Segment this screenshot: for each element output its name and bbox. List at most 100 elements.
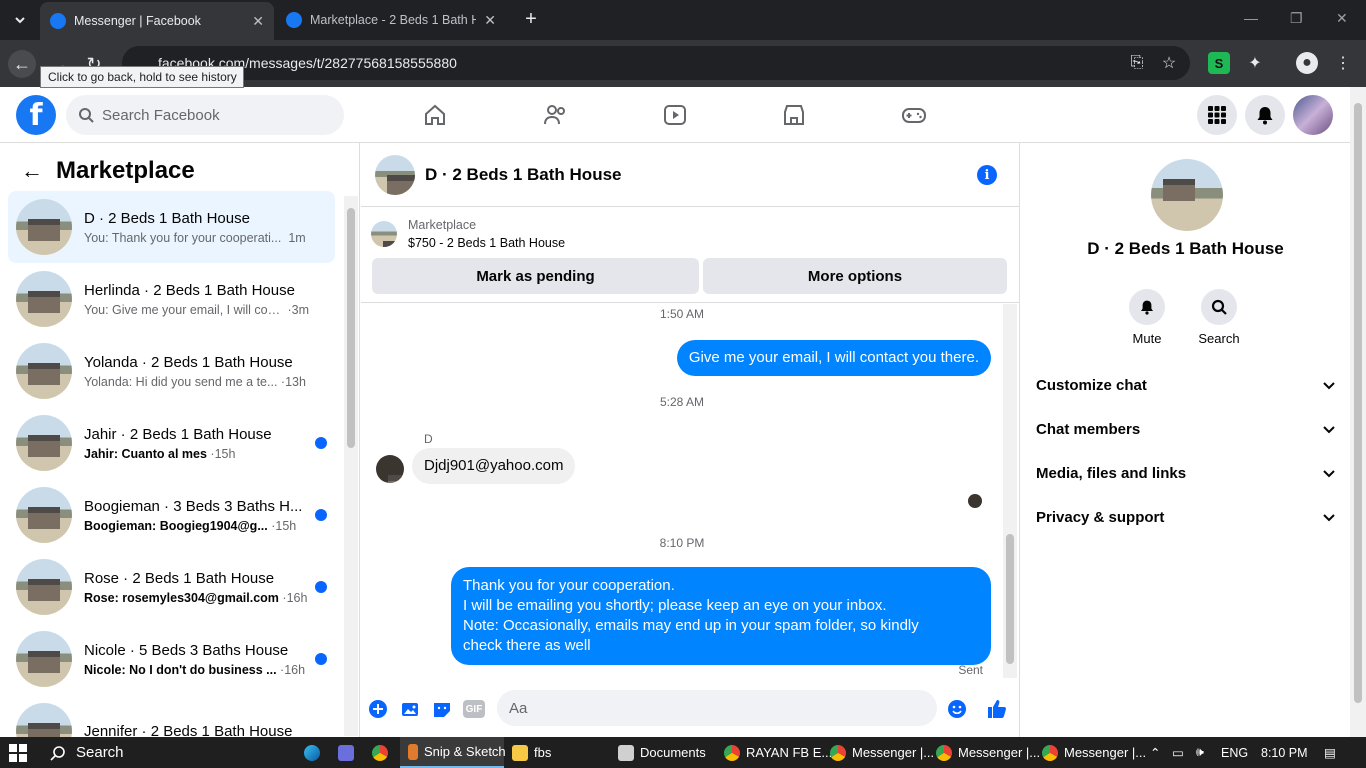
chrome-menu-icon[interactable]: ⋮ xyxy=(1332,52,1354,74)
listing-price[interactable]: $750 - 2 Beds 1 Bath House xyxy=(408,236,565,250)
customize-chat-row[interactable]: Customize chat xyxy=(1036,365,1336,405)
listing-thumbnail xyxy=(16,559,72,615)
back-arrow-icon[interactable]: ← xyxy=(20,158,44,183)
taskbar-fbs-folder[interactable]: fbs xyxy=(512,737,608,768)
conversation-item[interactable]: Herlinda · 2 Beds 1 Bath House You: Give… xyxy=(8,263,335,335)
marketplace-icon[interactable] xyxy=(780,101,808,129)
new-tab-icon[interactable]: + xyxy=(520,8,542,30)
chat-window: D · 2 Beds 1 Bath House i Marketplace $7… xyxy=(361,143,1019,737)
input-placeholder: Aa xyxy=(509,699,528,717)
extension-s-icon[interactable]: S xyxy=(1208,52,1230,74)
sticker-icon[interactable] xyxy=(431,698,453,720)
minimize-icon[interactable]: — xyxy=(1244,10,1258,26)
mark-as-pending-button[interactable]: Mark as pending xyxy=(372,258,699,294)
notification-center-icon[interactable]: ▤ xyxy=(1324,737,1336,768)
conversation-preview: You: Give me your email, I will con... xyxy=(84,302,284,317)
battery-icon[interactable]: ▭ xyxy=(1172,737,1184,768)
info-icon[interactable]: i xyxy=(977,165,997,185)
plus-circle-icon[interactable] xyxy=(367,698,389,720)
unread-dot xyxy=(315,581,327,593)
close-window-icon[interactable]: ✕ xyxy=(1336,10,1348,27)
home-icon[interactable] xyxy=(421,101,449,129)
search-label: Search xyxy=(1198,331,1240,346)
taskbar-search-label: Search xyxy=(76,744,124,761)
install-app-icon[interactable]: ⎘ xyxy=(1126,52,1148,74)
chrome-app-icon[interactable] xyxy=(372,737,394,768)
outgoing-message[interactable]: Give me your email, I will contact you t… xyxy=(676,340,991,376)
notifications-bell-icon[interactable] xyxy=(1245,95,1285,135)
menu-grid-icon[interactable] xyxy=(1197,95,1237,135)
chat-avatar[interactable] xyxy=(375,154,415,195)
listing-thumbnail[interactable] xyxy=(371,221,397,247)
taskbar-documents[interactable]: Documents xyxy=(618,737,714,768)
extensions-puzzle-icon[interactable]: ✦ xyxy=(1244,52,1266,74)
facebook-favicon-icon xyxy=(50,13,66,29)
outgoing-message[interactable]: Thank you for your cooperation. I will b… xyxy=(451,567,991,665)
account-avatar[interactable] xyxy=(1293,95,1333,135)
message-composer: GIF Aa xyxy=(361,688,1019,728)
gaming-icon[interactable] xyxy=(900,101,928,129)
facebook-search-input[interactable]: Search Facebook xyxy=(66,95,344,135)
photo-icon[interactable] xyxy=(399,698,421,720)
unread-dot xyxy=(315,653,327,665)
conversation-item[interactable]: D · 2 Beds 1 Bath House You: Thank you f… xyxy=(8,191,335,263)
app-icon[interactable] xyxy=(338,737,360,768)
chat-title[interactable]: D · 2 Beds 1 Bath House xyxy=(425,165,622,185)
message-timestamp: 1:50 AM xyxy=(659,307,705,321)
more-options-button[interactable]: More options xyxy=(703,258,1007,294)
volume-icon[interactable]: 🕪 xyxy=(1196,737,1204,768)
windows-start-icon[interactable] xyxy=(8,743,28,763)
windows-taskbar: Search Snip & Sketch fbs Documents RAYAN… xyxy=(0,737,1366,768)
browser-tab-messenger[interactable]: Messenger | Facebook ✕ xyxy=(40,2,274,40)
message-input[interactable]: Aa xyxy=(497,690,937,726)
taskbar-chrome-window[interactable]: Messenger |... xyxy=(936,737,1040,768)
conversation-item[interactable]: Jahir · 2 Beds 1 Bath House Jahir: Cuant… xyxy=(8,407,335,479)
taskbar-app-label: Messenger |... xyxy=(852,745,935,760)
incoming-message[interactable]: Djdj901@yahoo.com xyxy=(412,448,576,484)
scrollbar-thumb[interactable] xyxy=(1006,534,1014,664)
taskbar-search[interactable]: Search xyxy=(40,737,294,768)
conversation-item[interactable]: Nicole · 5 Beds 3 Baths House Nicole: No… xyxy=(8,623,335,695)
taskbar-snip-sketch[interactable]: Snip & Sketch xyxy=(400,737,506,768)
conversation-time: 1m xyxy=(288,230,306,245)
conversation-item[interactable]: Boogieman · 3 Beds 3 Baths H... Boogiema… xyxy=(8,479,335,551)
conversation-item[interactable]: Rose · 2 Beds 1 Bath House Rose: rosemyl… xyxy=(8,551,335,623)
back-arrow-icon[interactable]: ← xyxy=(8,50,36,78)
search-in-chat-button[interactable]: Search xyxy=(1189,289,1249,346)
taskbar-chrome-window[interactable]: Messenger |... xyxy=(830,737,934,768)
emoji-icon[interactable] xyxy=(946,698,968,720)
conversation-item[interactable]: Yolanda · 2 Beds 1 Bath House Yolanda: H… xyxy=(8,335,335,407)
bookmark-star-icon[interactable]: ☆ xyxy=(1158,52,1180,74)
mute-button[interactable]: Mute xyxy=(1117,289,1177,346)
chat-members-row[interactable]: Chat members xyxy=(1036,409,1336,449)
conversation-list-scrollbar[interactable] xyxy=(344,196,358,736)
privacy-support-row[interactable]: Privacy & support xyxy=(1036,497,1336,537)
edge-app-icon[interactable] xyxy=(304,737,326,768)
address-bar[interactable]: facebook.com/messages/t/2827756815855588… xyxy=(122,46,1190,80)
video-icon[interactable] xyxy=(661,101,689,129)
close-tab-icon[interactable]: ✕ xyxy=(484,12,496,29)
close-tab-icon[interactable]: ✕ xyxy=(252,13,264,30)
friends-icon[interactable] xyxy=(541,101,569,129)
language-indicator[interactable]: ENG xyxy=(1221,737,1248,768)
facebook-logo-icon[interactable]: f xyxy=(16,95,56,135)
restore-icon[interactable]: ❐ xyxy=(1290,10,1303,27)
taskbar-chrome-window[interactable]: Messenger |... xyxy=(1042,737,1146,768)
tray-chevron-icon[interactable]: ⌃ xyxy=(1150,737,1160,768)
taskbar-chrome-window[interactable]: RAYAN FB E... xyxy=(724,737,832,768)
scrollbar-thumb[interactable] xyxy=(1354,103,1362,703)
thumbs-up-icon[interactable] xyxy=(986,698,1008,720)
media-files-links-row[interactable]: Media, files and links xyxy=(1036,453,1336,493)
gif-icon[interactable]: GIF xyxy=(463,700,485,718)
scrollbar-thumb[interactable] xyxy=(347,208,355,448)
tab-title: Messenger | Facebook xyxy=(74,14,201,28)
chat-scrollbar[interactable] xyxy=(1003,304,1017,678)
taskbar-clock[interactable]: 8:10 PM xyxy=(1261,737,1308,768)
tab-search-chevron-icon[interactable] xyxy=(8,8,32,32)
sender-avatar[interactable] xyxy=(376,455,404,483)
profile-icon[interactable]: ● xyxy=(1296,52,1318,74)
conversation-name: D · 2 Beds 1 Bath House xyxy=(84,209,250,227)
page-scrollbar[interactable] xyxy=(1350,87,1366,737)
browser-tab-marketplace[interactable]: Marketplace - 2 Beds 1 Bath Ho ✕ xyxy=(276,0,506,40)
conversation-item[interactable]: Jennifer · 2 Beds 1 Bath House xyxy=(8,695,335,737)
